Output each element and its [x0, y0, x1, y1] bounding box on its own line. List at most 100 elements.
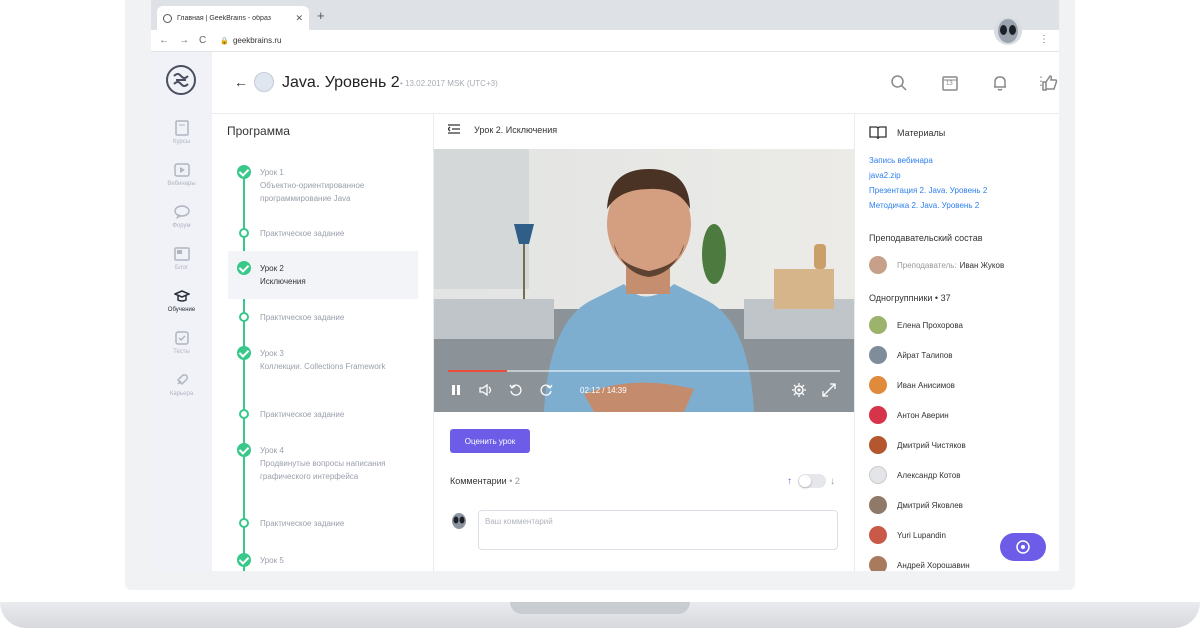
- sidebar-item-label: Обучение: [167, 307, 196, 313]
- lesson-item[interactable]: Урок 4 Продвинутые вопросы написания гра…: [260, 444, 390, 483]
- lesson-title: Урок 2. Исключения: [474, 125, 558, 135]
- header-menu-icon[interactable]: ⋮: [1035, 74, 1047, 88]
- calendar-icon[interactable]: 13: [941, 74, 959, 92]
- fullscreen-icon[interactable]: [822, 383, 836, 397]
- search-icon[interactable]: [890, 74, 908, 92]
- page-title: Java. Уровень 2: [282, 74, 400, 91]
- avatar: [869, 526, 887, 544]
- teacher-row[interactable]: Преподаватель: Иван Жуков: [869, 256, 1004, 274]
- lesson-item-active[interactable]: Урок 2 Исключения: [260, 262, 306, 288]
- user-avatar[interactable]: [993, 16, 1023, 46]
- sidebar-item-career[interactable]: Карьера: [151, 372, 212, 397]
- sidebar-item-learning[interactable]: Обучение: [151, 288, 212, 313]
- rewind-icon[interactable]: [509, 383, 523, 397]
- sort-up-icon[interactable]: ↑: [787, 476, 792, 487]
- classmate-row[interactable]: Yuri Lupandin: [869, 526, 946, 544]
- sidebar-item-forum[interactable]: Форум: [151, 204, 212, 229]
- sidebar-item-blog[interactable]: Блог: [151, 246, 212, 271]
- video-player[interactable]: 02:12 / 14:39: [434, 149, 854, 412]
- task-dot-icon: [239, 312, 249, 322]
- sort-toggle-knob: [799, 475, 811, 487]
- sidebar-item-label: Карьера: [169, 391, 194, 397]
- volume-icon[interactable]: [479, 384, 493, 396]
- lesson-done-check-icon: [237, 165, 251, 179]
- browser-menu-icon[interactable]: ⋮: [1039, 34, 1049, 45]
- classmate-row[interactable]: Андрей Хорошавин: [869, 556, 970, 571]
- task-item[interactable]: Практическое задание: [260, 517, 344, 530]
- help-button[interactable]: [1000, 533, 1046, 561]
- graduation-cap-icon: [173, 288, 190, 304]
- sidebar: Курсы Вебинары Форум Блог Обучение Тесты…: [151, 52, 212, 571]
- sidebar-item-label: Форум: [172, 223, 191, 229]
- sidebar-item-webinars[interactable]: Вебинары: [151, 162, 212, 187]
- program-panel: Программа Урок 1 Объектно-ориентированно…: [212, 114, 434, 571]
- classmate-row[interactable]: Дмитрий Чистяков: [869, 436, 966, 454]
- classmate-row[interactable]: Елена Прохорова: [869, 316, 963, 334]
- lesson-item[interactable]: Урок 5: [260, 554, 284, 567]
- browser-tab[interactable]: Главная | GeekBrains - образ ✕: [157, 6, 309, 30]
- browser-tab-bar: Главная | GeekBrains - образ ✕ +: [151, 0, 1059, 30]
- sidebar-item-label: Курсы: [172, 139, 191, 145]
- list-toggle-icon[interactable]: [448, 124, 460, 134]
- sidebar-item-courses[interactable]: Курсы: [151, 120, 212, 145]
- lock-icon: 🔒: [220, 37, 229, 45]
- classmate-row[interactable]: Дмитрий Яковлев: [869, 496, 963, 514]
- browser-forward-button[interactable]: →: [179, 35, 189, 46]
- material-link[interactable]: Методичка 2. Java. Уровень 2: [869, 201, 979, 210]
- browser-back-button[interactable]: ←: [159, 35, 169, 46]
- comments-header: Комментарии • 2: [450, 476, 520, 486]
- lesson-item[interactable]: Урок 3 Коллекции. Collections Framework: [260, 347, 390, 373]
- classmate-row[interactable]: Антон Аверин: [869, 406, 949, 424]
- material-link[interactable]: java2.zip: [869, 171, 901, 180]
- materials-title: Материалы: [897, 128, 946, 138]
- lesson-title: Урок 4: [260, 446, 284, 455]
- task-item[interactable]: Практическое задание: [260, 311, 344, 324]
- video-time: 02:12 / 14:39: [580, 386, 627, 395]
- lesson-item[interactable]: Урок 1 Объектно-ориентированное программ…: [260, 166, 410, 205]
- url-field[interactable]: geekbrains.ru: [233, 36, 281, 45]
- close-tab-icon[interactable]: ✕: [295, 13, 303, 24]
- blog-icon: [173, 246, 190, 262]
- teacher-name: Иван Жуков: [959, 260, 1005, 270]
- bell-icon[interactable]: [991, 74, 1009, 92]
- classmate-row[interactable]: Александр Котов: [869, 466, 960, 484]
- avatar: [869, 406, 887, 424]
- reload-button[interactable]: C: [199, 35, 206, 46]
- tab-title: Главная | GeekBrains - образ: [177, 14, 271, 22]
- lesson-done-check-icon: [237, 346, 251, 360]
- task-item[interactable]: Практическое задание: [260, 408, 344, 421]
- task-dot-icon: [239, 228, 249, 238]
- lesson-done-check-icon: [237, 261, 251, 275]
- new-tab-button[interactable]: +: [317, 8, 325, 23]
- geekbrains-logo[interactable]: [165, 64, 197, 96]
- task-item[interactable]: Практическое задание: [260, 227, 344, 240]
- calendar-day: 13: [946, 81, 953, 87]
- checkbox-icon: [174, 330, 190, 346]
- sort-down-icon[interactable]: ↓: [830, 476, 835, 487]
- teacher-role: Преподаватель:: [897, 260, 957, 270]
- commenter-avatar: [452, 513, 466, 529]
- video-frame: [434, 149, 854, 412]
- rate-lesson-button[interactable]: Оценить урок: [450, 429, 530, 453]
- lesson-done-check-icon: [237, 553, 251, 567]
- classmate-name: Александр Котов: [897, 470, 961, 480]
- video-progress-track[interactable]: [448, 370, 840, 372]
- sidebar-item-tests[interactable]: Тесты: [151, 330, 212, 355]
- sort-toggle[interactable]: [798, 474, 826, 488]
- pause-icon[interactable]: [451, 384, 461, 396]
- comment-input[interactable]: Ваш комментарий: [478, 510, 838, 550]
- lesson-title: Урок 5: [260, 556, 284, 565]
- sidebar-item-label: Блог: [175, 265, 188, 271]
- forward-icon[interactable]: [539, 383, 553, 397]
- sidebar-item-label: Вебинары: [167, 181, 196, 187]
- info-panel: Материалы Запись вебинара java2.zip През…: [854, 114, 1059, 571]
- lesson-subtitle: Исключения: [260, 277, 306, 286]
- materials-book-icon: [869, 126, 887, 140]
- classmate-row[interactable]: Иван Анисимов: [869, 376, 955, 394]
- classmate-name: Yuri Lupandin: [897, 530, 946, 540]
- settings-gear-icon[interactable]: [792, 383, 806, 397]
- classmate-row[interactable]: Айрат Талипов: [869, 346, 953, 364]
- back-arrow-icon[interactable]: ←: [234, 74, 248, 90]
- material-link[interactable]: Запись вебинара: [869, 156, 933, 165]
- material-link[interactable]: Презентация 2. Java. Уровень 2: [869, 186, 987, 195]
